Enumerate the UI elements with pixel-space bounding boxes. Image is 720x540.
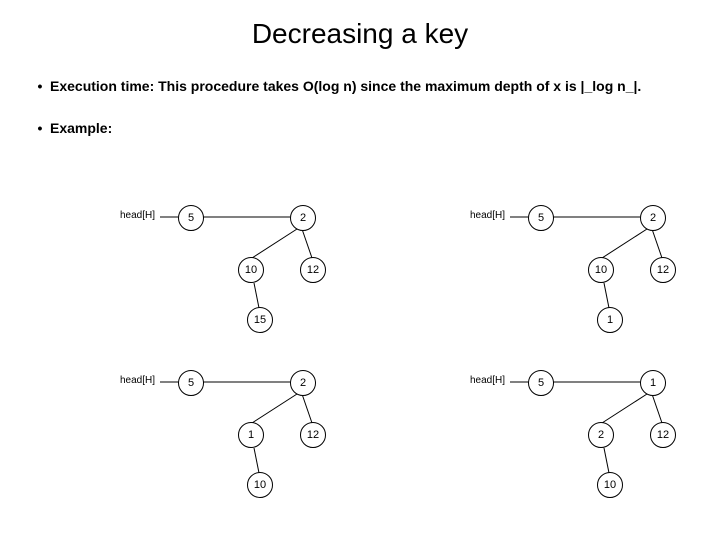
- bullet-text: Example:: [50, 120, 690, 136]
- node: 5: [528, 205, 554, 231]
- head-label: head[H]: [470, 210, 505, 221]
- node: 5: [178, 205, 204, 231]
- node: 2: [588, 422, 614, 448]
- slide-title: Decreasing a key: [0, 0, 720, 50]
- node: 10: [238, 257, 264, 283]
- bullet-marker: •: [30, 120, 50, 136]
- node: 1: [640, 370, 666, 396]
- node: 5: [178, 370, 204, 396]
- node: 12: [300, 257, 326, 283]
- node: 1: [597, 307, 623, 333]
- bullet-marker: •: [30, 78, 50, 94]
- slide: Decreasing a key • Execution time: This …: [0, 0, 720, 540]
- node: 2: [290, 370, 316, 396]
- bullet-list: • Execution time: This procedure takes O…: [0, 50, 720, 136]
- bullet-text: Execution time: This procedure takes O(l…: [50, 78, 690, 94]
- node: 10: [588, 257, 614, 283]
- head-label: head[H]: [120, 210, 155, 221]
- node: 12: [300, 422, 326, 448]
- node: 2: [290, 205, 316, 231]
- node: 10: [597, 472, 623, 498]
- node: 1: [238, 422, 264, 448]
- heap-state-1: head[H] 5 2 10 12 15: [20, 195, 370, 360]
- head-label: head[H]: [470, 375, 505, 386]
- node: 2: [640, 205, 666, 231]
- head-label: head[H]: [120, 375, 155, 386]
- node: 15: [247, 307, 273, 333]
- node: 12: [650, 257, 676, 283]
- heap-state-3: head[H] 5 2 1 12 10: [20, 360, 370, 525]
- heap-state-4: head[H] 5 1 2 12 10: [370, 360, 720, 525]
- heap-state-2: head[H] 5 2 10 12 1: [370, 195, 720, 360]
- node: 10: [247, 472, 273, 498]
- node: 5: [528, 370, 554, 396]
- example-diagram: head[H] 5 2 10 12 15 head[H] 5 2 10 12 1: [0, 195, 720, 525]
- bullet-item: • Example:: [30, 120, 690, 136]
- bullet-item: • Execution time: This procedure takes O…: [30, 78, 690, 94]
- node: 12: [650, 422, 676, 448]
